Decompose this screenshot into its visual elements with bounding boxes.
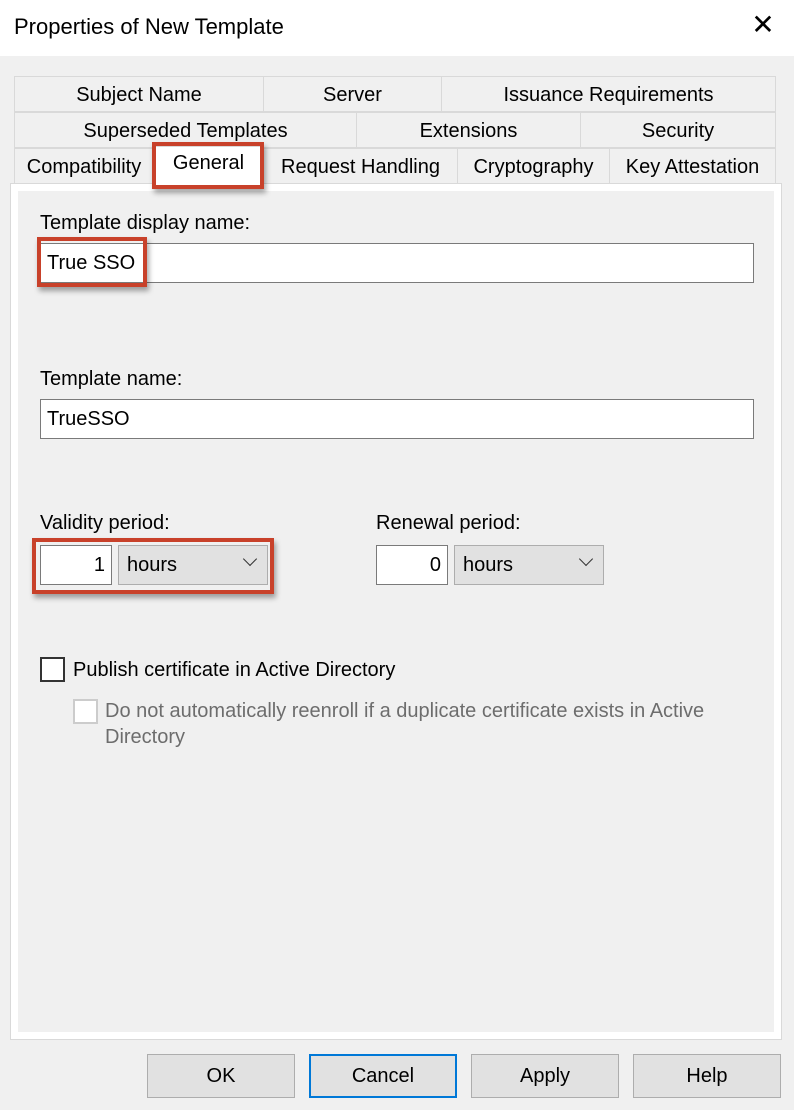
reenroll-checkbox[interactable] xyxy=(73,699,98,724)
tab-cryptography[interactable]: Cryptography xyxy=(457,148,610,184)
tab-extensions[interactable]: Extensions xyxy=(356,112,581,148)
window-title: Properties of New Template xyxy=(14,14,284,39)
template-name-label: Template name: xyxy=(40,368,183,390)
general-panel xyxy=(18,191,774,1032)
ok-button[interactable]: OK xyxy=(147,1054,295,1098)
tab-key-attestation[interactable]: Key Attestation xyxy=(609,148,776,184)
renewal-period-label: Renewal period: xyxy=(376,512,521,534)
title-bar: Properties of New Template ✕ xyxy=(0,0,794,56)
highlight-general-tab xyxy=(152,142,264,189)
reenroll-label-line2: Directory xyxy=(105,726,186,748)
tab-server[interactable]: Server xyxy=(263,76,442,112)
cancel-button[interactable]: Cancel xyxy=(309,1054,457,1098)
tab-subject-name[interactable]: Subject Name xyxy=(14,76,264,112)
publish-label[interactable]: Publish certificate in Active Directory xyxy=(73,659,395,682)
publish-checkbox[interactable] xyxy=(40,657,65,682)
validity-period-label: Validity period: xyxy=(40,512,170,534)
close-icon[interactable]: ✕ xyxy=(746,8,780,42)
tab-compatibility[interactable]: Compatibility xyxy=(14,148,154,184)
reenroll-label-line1: Do not automatically reenroll if a dupli… xyxy=(105,700,705,722)
display-name-input[interactable]: True SSO xyxy=(40,243,754,283)
tab-request-handling[interactable]: Request Handling xyxy=(263,148,458,184)
template-name-input[interactable]: TrueSSO xyxy=(40,399,754,439)
tab-issuance-requirements[interactable]: Issuance Requirements xyxy=(441,76,776,112)
apply-button[interactable]: Apply xyxy=(471,1054,619,1098)
tab-security[interactable]: Security xyxy=(580,112,776,148)
display-name-label: Template display name: xyxy=(40,212,251,234)
highlight-validity-period xyxy=(32,538,274,594)
chevron-down-icon xyxy=(578,551,594,567)
renewal-unit-value: hours xyxy=(463,554,514,576)
highlight-display-name xyxy=(37,237,147,287)
help-button[interactable]: Help xyxy=(633,1054,781,1098)
renewal-unit-select[interactable]: hours xyxy=(454,545,604,585)
renewal-period-input[interactable]: 0 xyxy=(376,545,448,585)
